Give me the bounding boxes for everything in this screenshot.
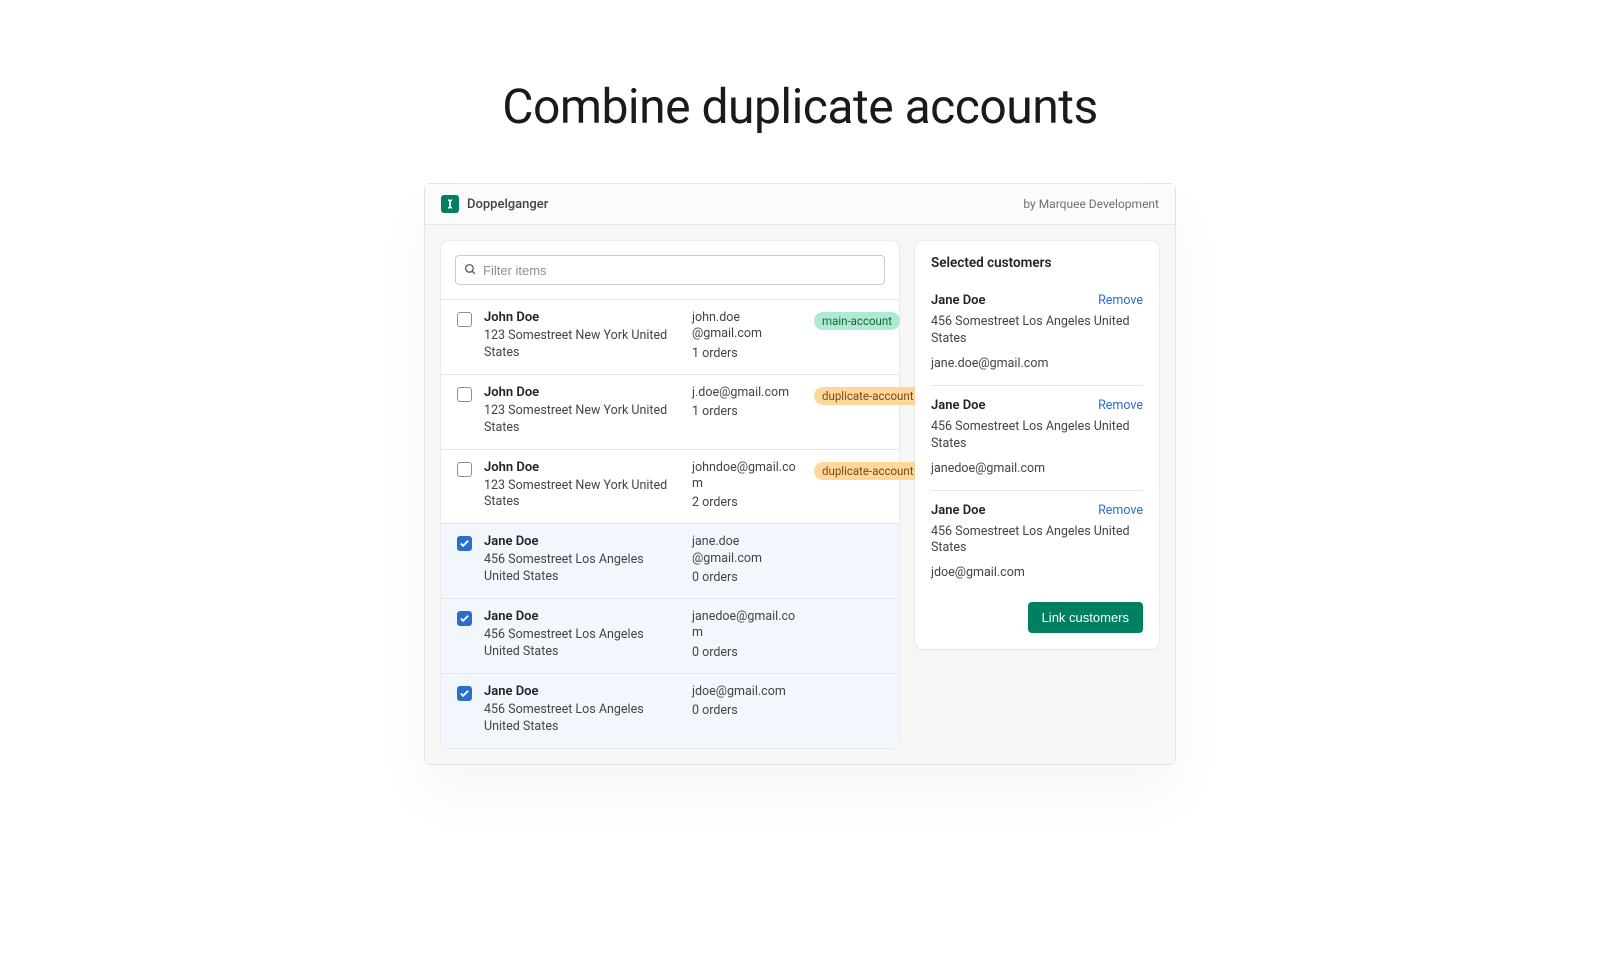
row-checkbox[interactable] (457, 611, 472, 626)
selected-email: jane.doe@gmail.com (931, 356, 1143, 371)
customer-name: John Doe (484, 310, 680, 325)
row-tag-col: duplicate-account (814, 460, 922, 512)
search-input[interactable] (483, 263, 876, 278)
customer-orders: 0 orders (692, 703, 802, 718)
app-logo-icon (441, 195, 459, 213)
list-item[interactable]: John Doe 123 Somestreet New York United S… (441, 299, 899, 374)
row-name-col: John Doe 123 Somestreet New York United S… (484, 310, 680, 362)
selected-item-header: Jane Doe Remove (931, 398, 1143, 413)
duplicate-account-badge: duplicate-account (814, 462, 922, 480)
customer-orders: 1 orders (692, 404, 802, 419)
customer-email: janedoe@gmail.com (692, 609, 802, 642)
row-name-col: Jane Doe 456 Somestreet Los Angeles Unite… (484, 609, 680, 661)
selected-address: 456 Somestreet Los Angeles United States (931, 419, 1143, 453)
search-field[interactable] (455, 255, 885, 285)
customer-name: John Doe (484, 460, 680, 475)
row-content: Jane Doe 456 Somestreet Los Angeles Unite… (484, 684, 883, 736)
selected-panel: Selected customers Jane Doe Remove 456 Som… (915, 241, 1159, 649)
list-item[interactable]: Jane Doe 456 Somestreet Los Angeles Unite… (441, 523, 899, 598)
row-name-col: Jane Doe 456 Somestreet Los Angeles Unite… (484, 534, 680, 586)
customer-email: johndoe@gmail.com (692, 460, 802, 493)
selected-address: 456 Somestreet Los Angeles United States (931, 314, 1143, 348)
app-window: Doppelganger by Marquee Development John… (424, 183, 1176, 765)
selected-name: Jane Doe (931, 293, 986, 308)
customer-address: 456 Somestreet Los Angeles United States (484, 702, 680, 736)
selected-email: jdoe@gmail.com (931, 565, 1143, 580)
app-name: Doppelganger (467, 197, 548, 212)
customer-address: 123 Somestreet New York United States (484, 328, 680, 362)
row-content: John Doe 123 Somestreet New York United S… (484, 310, 883, 362)
app-header-left: Doppelganger (441, 195, 548, 213)
app-byline: by Marquee Development (1023, 197, 1159, 211)
customer-name: John Doe (484, 385, 680, 400)
link-customers-button[interactable]: Link customers (1028, 602, 1143, 633)
customer-email: john.doe @gmail.com (692, 310, 802, 343)
remove-button[interactable]: Remove (1098, 293, 1143, 308)
row-details-col: john.doe @gmail.com 1 orders (692, 310, 802, 362)
app-body: John Doe 123 Somestreet New York United S… (425, 225, 1175, 764)
row-content: Jane Doe 456 Somestreet Los Angeles Unite… (484, 534, 883, 586)
selected-list: Jane Doe Remove 456 Somestreet Los Angeles… (931, 287, 1143, 594)
list-item[interactable]: Jane Doe 456 Somestreet Los Angeles Unite… (441, 673, 899, 748)
selected-title: Selected customers (931, 255, 1143, 271)
customer-name: Jane Doe (484, 684, 680, 699)
customer-email: jdoe@gmail.com (692, 684, 802, 700)
list-item[interactable]: John Doe 123 Somestreet New York United S… (441, 449, 899, 524)
customer-name: Jane Doe (484, 609, 680, 624)
row-checkbox[interactable] (457, 387, 472, 402)
list-item[interactable]: Jane Doe 456 Somestreet Los Angeles Unite… (441, 598, 899, 673)
customer-orders: 0 orders (692, 570, 802, 585)
customer-orders: 2 orders (692, 495, 802, 510)
customers-panel: John Doe 123 Somestreet New York United S… (441, 241, 899, 748)
remove-button[interactable]: Remove (1098, 503, 1143, 518)
app-header: Doppelganger by Marquee Development (425, 184, 1175, 225)
customer-list: John Doe 123 Somestreet New York United S… (441, 299, 899, 748)
row-name-col: John Doe 123 Somestreet New York United S… (484, 385, 680, 437)
customer-orders: 1 orders (692, 346, 802, 361)
row-details-col: johndoe@gmail.com 2 orders (692, 460, 802, 512)
customer-email: j.doe@gmail.com (692, 385, 802, 401)
row-checkbox[interactable] (457, 536, 472, 551)
selected-name: Jane Doe (931, 398, 986, 413)
row-details-col: jane.doe @gmail.com 0 orders (692, 534, 802, 586)
customer-address: 123 Somestreet New York United States (484, 403, 680, 437)
customer-address: 456 Somestreet Los Angeles United States (484, 627, 680, 661)
selected-item-header: Jane Doe Remove (931, 503, 1143, 518)
customer-email: jane.doe @gmail.com (692, 534, 802, 567)
customer-orders: 0 orders (692, 645, 802, 660)
row-tag-col: main-account (814, 310, 900, 362)
page-title: Combine duplicate accounts (0, 78, 1600, 135)
selected-item: Jane Doe Remove 456 Somestreet Los Angeles… (931, 385, 1143, 490)
selected-item: Jane Doe Remove 456 Somestreet Los Angeles… (931, 490, 1143, 595)
duplicate-account-badge: duplicate-account (814, 387, 922, 405)
selected-item-header: Jane Doe Remove (931, 293, 1143, 308)
search-icon (464, 261, 477, 280)
customer-address: 456 Somestreet Los Angeles United States (484, 552, 680, 586)
row-checkbox[interactable] (457, 462, 472, 477)
row-checkbox[interactable] (457, 686, 472, 701)
list-item[interactable]: John Doe 123 Somestreet New York United S… (441, 374, 899, 449)
selected-item: Jane Doe Remove 456 Somestreet Los Angeles… (931, 287, 1143, 385)
row-content: Jane Doe 456 Somestreet Los Angeles Unite… (484, 609, 883, 661)
row-name-col: John Doe 123 Somestreet New York United S… (484, 460, 680, 512)
customer-address: 123 Somestreet New York United States (484, 478, 680, 512)
selected-address: 456 Somestreet Los Angeles United States (931, 524, 1143, 558)
row-tag-col: duplicate-account (814, 385, 922, 437)
remove-button[interactable]: Remove (1098, 398, 1143, 413)
row-checkbox[interactable] (457, 312, 472, 327)
customer-name: Jane Doe (484, 534, 680, 549)
row-name-col: Jane Doe 456 Somestreet Los Angeles Unite… (484, 684, 680, 736)
row-details-col: jdoe@gmail.com 0 orders (692, 684, 802, 736)
selected-name: Jane Doe (931, 503, 986, 518)
row-details-col: janedoe@gmail.com 0 orders (692, 609, 802, 661)
selected-email: janedoe@gmail.com (931, 461, 1143, 476)
main-account-badge: main-account (814, 312, 900, 330)
row-content: John Doe 123 Somestreet New York United S… (484, 385, 883, 437)
row-details-col: j.doe@gmail.com 1 orders (692, 385, 802, 437)
row-content: John Doe 123 Somestreet New York United S… (484, 460, 883, 512)
